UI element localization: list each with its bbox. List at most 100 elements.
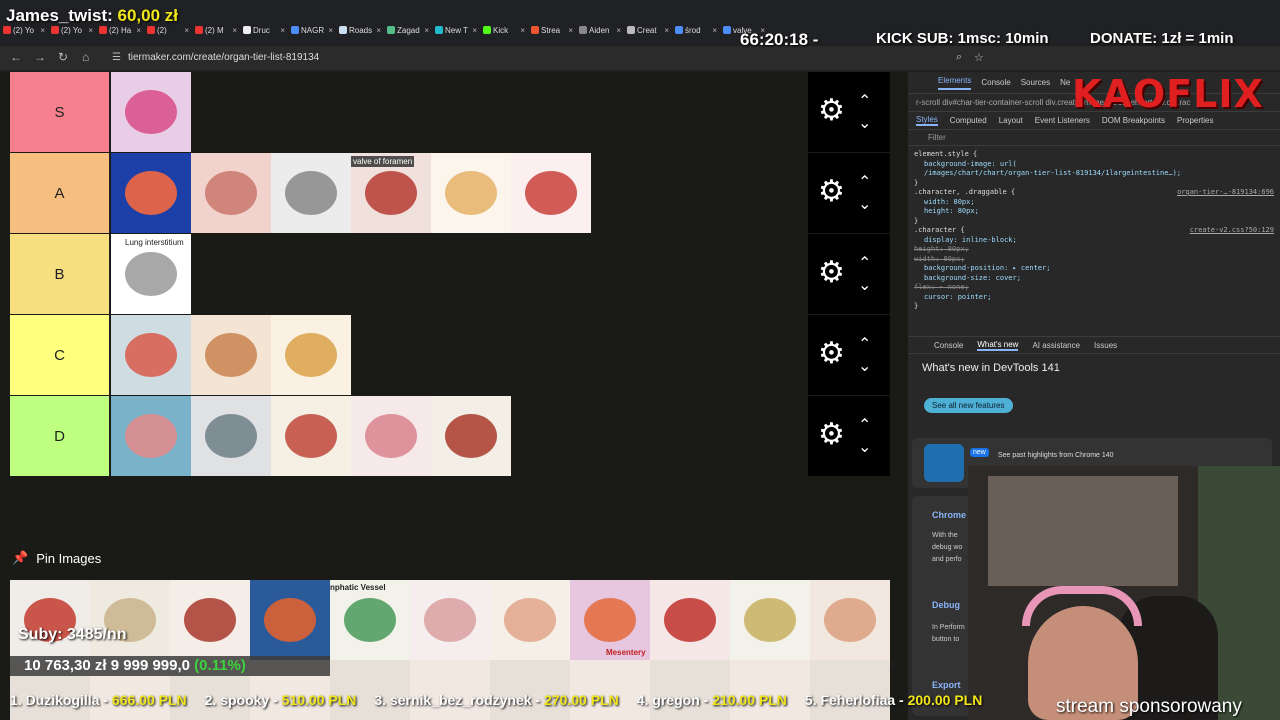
nerves-image[interactable] (410, 580, 490, 660)
tab-close-icon[interactable]: × (568, 26, 573, 35)
back-icon[interactable]: ← (10, 50, 22, 64)
zoom-icon[interactable]: ⌕ (956, 51, 962, 64)
devtools-tab-console[interactable]: Console (981, 78, 1010, 87)
tab-close-icon[interactable]: × (88, 26, 93, 35)
breast-image[interactable] (490, 580, 570, 660)
styles-subtab[interactable]: Computed (950, 116, 987, 125)
move-down-icon[interactable]: ⌄ (858, 440, 871, 456)
prostate-image[interactable] (191, 153, 271, 233)
move-down-icon[interactable]: ⌄ (858, 278, 871, 294)
blood-vessel-image[interactable] (111, 315, 191, 395)
move-down-icon[interactable]: ⌄ (858, 197, 871, 213)
heart-image[interactable] (111, 72, 191, 152)
tier-label[interactable]: B (10, 234, 110, 314)
tab-close-icon[interactable]: × (184, 26, 189, 35)
capillaries-image[interactable] (271, 396, 351, 476)
gear-icon[interactable]: ⚙ (818, 177, 845, 207)
browser-tab[interactable]: NAGR × (288, 22, 336, 38)
browser-tab[interactable]: Aiden × (576, 22, 624, 38)
lungs-red-image[interactable] (250, 580, 330, 660)
move-up-icon[interactable]: ⌃ (858, 175, 871, 191)
gear-icon[interactable]: ⚙ (818, 420, 845, 450)
drawer-tab[interactable]: What's new (977, 340, 1019, 351)
move-down-icon[interactable]: ⌄ (858, 359, 871, 375)
bookmark-star-icon[interactable]: ☆ (974, 51, 984, 64)
css-source-link[interactable]: create-v2.css?50:129 (1190, 226, 1274, 236)
reload-icon[interactable]: ↻ (58, 50, 68, 64)
browser-tab[interactable]: środ × (672, 22, 720, 38)
browser-tab[interactable]: Roads × (336, 22, 384, 38)
move-up-icon[interactable]: ⌃ (858, 337, 871, 353)
see-all-features-button[interactable]: See all new features (924, 398, 1013, 413)
browser-tab[interactable]: Creat × (624, 22, 672, 38)
browser-tab[interactable]: New T × (432, 22, 480, 38)
feature-link-2[interactable]: Debug (932, 600, 960, 610)
tab-close-icon[interactable]: × (712, 26, 717, 35)
devtools-tab-sources[interactable]: Sources (1021, 78, 1050, 87)
url-field[interactable]: tiermaker.com/create/organ-tier-list-819… (100, 49, 1000, 67)
styles-subtab[interactable]: Styles (916, 115, 938, 126)
liver-image[interactable] (170, 580, 250, 660)
nervous-system-image[interactable] (730, 580, 810, 660)
tab-close-icon[interactable]: × (136, 26, 141, 35)
lymphatic-vessel-image[interactable] (330, 580, 410, 660)
forward-icon[interactable]: → (34, 50, 46, 64)
donor-entry-name: 1. Duzikogilla - (10, 692, 112, 708)
tab-close-icon[interactable]: × (520, 26, 525, 35)
tab-close-icon[interactable]: × (40, 26, 45, 35)
css-source-link[interactable]: organ-tier-…-819134:696 (1177, 188, 1274, 198)
nose-image[interactable] (810, 580, 890, 660)
styles-subtab[interactable]: Layout (999, 116, 1023, 125)
tier-label[interactable]: C (10, 315, 110, 395)
browser-tab[interactable]: (2) M × (192, 22, 240, 38)
devtools-tab-elements[interactable]: Elements (938, 76, 972, 90)
brain-image[interactable] (431, 153, 511, 233)
tab-close-icon[interactable]: × (472, 26, 477, 35)
styles-subtab[interactable]: Properties (1177, 116, 1213, 125)
browser-tab[interactable]: Zagad × (384, 22, 432, 38)
move-down-icon[interactable]: ⌄ (858, 116, 871, 132)
styles-subtab[interactable]: DOM Breakpoints (1102, 116, 1165, 125)
bone-image[interactable] (191, 315, 271, 395)
tab-close-icon[interactable]: × (424, 26, 429, 35)
tab-close-icon[interactable]: × (376, 26, 381, 35)
tab-close-icon[interactable]: × (232, 26, 237, 35)
lungs-image[interactable] (191, 396, 271, 476)
donor-entry-name: 5. Feherlofiaa - (804, 692, 908, 708)
joint-image[interactable] (271, 315, 351, 395)
browser-tab[interactable]: Druc × (240, 22, 288, 38)
tab-close-icon[interactable]: × (328, 26, 333, 35)
kidneys-xray-image[interactable] (111, 153, 191, 233)
css-text: display: inline-block; (924, 235, 1017, 244)
tier-label[interactable]: S (10, 72, 110, 152)
drawer-tab[interactable]: Console (934, 341, 963, 350)
feature-link-1[interactable]: Chrome (932, 510, 966, 520)
gear-icon[interactable]: ⚙ (818, 258, 845, 288)
drawer-tab[interactable]: Issues (1094, 341, 1117, 350)
tab-close-icon[interactable]: × (616, 26, 621, 35)
move-up-icon[interactable]: ⌃ (858, 94, 871, 110)
move-up-icon[interactable]: ⌃ (858, 256, 871, 272)
tier-label[interactable]: D (10, 396, 110, 476)
move-up-icon[interactable]: ⌃ (858, 418, 871, 434)
drawer-tab[interactable]: AI assistance (1032, 341, 1080, 350)
browser-tab[interactable]: Strea × (528, 22, 576, 38)
tab-close-icon[interactable]: × (280, 26, 285, 35)
liver-gallbladder-image[interactable] (431, 396, 511, 476)
styles-subtab[interactable]: Event Listeners (1035, 116, 1090, 125)
styles-filter-input[interactable]: Filter (908, 130, 1280, 146)
male-reproductive-image[interactable] (271, 153, 351, 233)
colon-image[interactable] (10, 580, 90, 660)
tier-label[interactable]: A (10, 153, 110, 233)
brain-blue-image[interactable] (111, 396, 191, 476)
mouth-image[interactable] (650, 580, 730, 660)
gear-icon[interactable]: ⚙ (818, 96, 845, 126)
uterus-image[interactable] (351, 396, 431, 476)
browser-tab[interactable]: Kick × (480, 22, 528, 38)
gear-icon[interactable]: ⚙ (818, 339, 845, 369)
home-icon[interactable]: ⌂ (82, 50, 89, 64)
tab-close-icon[interactable]: × (664, 26, 669, 35)
ligaments-image[interactable] (90, 580, 170, 660)
kidney-image[interactable] (511, 153, 591, 233)
devtools-tab-ne[interactable]: Ne (1060, 78, 1070, 87)
